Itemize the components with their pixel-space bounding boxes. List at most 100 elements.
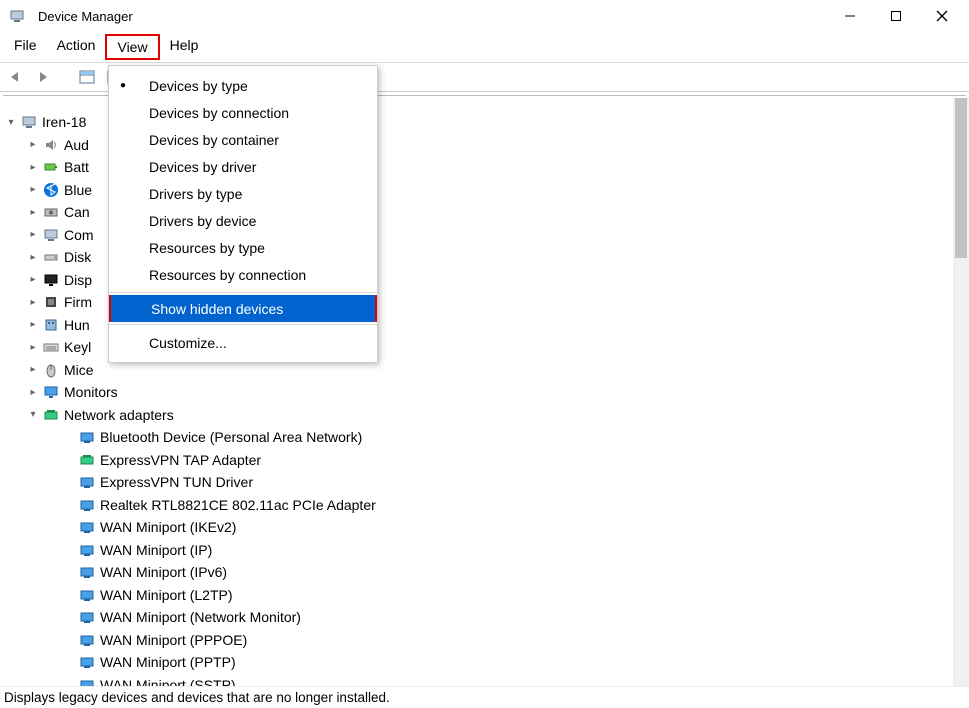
tree-device[interactable]: WAN Miniport (IKEv2) (0, 516, 953, 539)
chevron-down-icon[interactable]: ▾ (4, 117, 18, 128)
menu-devices-by-connection[interactable]: Devices by connection (109, 99, 377, 126)
firmware-icon (42, 293, 60, 311)
menu-devices-by-container[interactable]: Devices by container (109, 126, 377, 153)
tree-item-label: Firm (64, 294, 92, 310)
tree-item-label: WAN Miniport (PPTP) (100, 654, 236, 670)
tree-device[interactable]: WAN Miniport (Network Monitor) (0, 606, 953, 629)
menu-devices-by-driver[interactable]: Devices by driver (109, 153, 377, 180)
tree-device[interactable]: WAN Miniport (IPv6) (0, 561, 953, 584)
menu-bar: File Action View Help (0, 32, 969, 62)
chevron-right-icon[interactable]: ▸ (26, 252, 40, 263)
menu-show-hidden-devices[interactable]: Show hidden devices (111, 295, 375, 322)
menu-item-label: Resources by type (137, 240, 265, 256)
tree-category-monitors[interactable]: ▸ Monitors (0, 381, 953, 404)
menu-item-label: Resources by connection (137, 267, 306, 283)
chevron-right-icon[interactable]: ▸ (26, 207, 40, 218)
tree-category-network[interactable]: ▾ Network adapters (0, 404, 953, 427)
chevron-right-icon[interactable]: ▸ (26, 364, 40, 375)
menu-drivers-by-device[interactable]: Drivers by device (109, 207, 377, 234)
status-bar: Displays legacy devices and devices that… (0, 686, 969, 708)
menu-item-label: Devices by connection (137, 105, 289, 121)
chevron-right-icon[interactable]: ▸ (26, 184, 40, 195)
menu-action[interactable]: Action (47, 34, 106, 60)
network-adapter-icon (78, 451, 96, 469)
chevron-right-icon[interactable]: ▸ (26, 297, 40, 308)
tree-item-label: WAN Miniport (IP) (100, 542, 212, 558)
network-adapter-icon (78, 631, 96, 649)
menu-drivers-by-type[interactable]: Drivers by type (109, 180, 377, 207)
tree-item-label: WAN Miniport (Network Monitor) (100, 609, 301, 625)
chevron-right-icon[interactable]: ▸ (26, 274, 40, 285)
speaker-icon (42, 136, 60, 154)
network-adapter-icon (78, 676, 96, 686)
chevron-right-icon[interactable]: ▸ (26, 139, 40, 150)
chevron-right-icon[interactable]: ▸ (26, 229, 40, 240)
scrollbar-thumb[interactable] (955, 98, 967, 258)
chevron-right-icon[interactable]: ▸ (26, 319, 40, 330)
network-adapter-icon (78, 653, 96, 671)
tree-device[interactable]: Bluetooth Device (Personal Area Network) (0, 426, 953, 449)
menu-item-label: Customize... (137, 335, 227, 351)
vertical-scrollbar[interactable] (953, 98, 969, 686)
tree-device[interactable]: ExpressVPN TUN Driver (0, 471, 953, 494)
menu-show-hidden-devices-wrap: Show hidden devices (109, 295, 377, 322)
network-adapter-icon (78, 541, 96, 559)
forward-button[interactable] (34, 66, 56, 88)
chevron-right-icon[interactable]: ▸ (26, 342, 40, 353)
network-adapter-icon (78, 496, 96, 514)
network-adapter-icon (78, 473, 96, 491)
menu-customize[interactable]: Customize... (109, 329, 377, 356)
tree-item-label: Keyl (64, 339, 91, 355)
menu-item-label: Drivers by type (137, 186, 242, 202)
menu-separator (109, 292, 377, 293)
tree-device[interactable]: WAN Miniport (IP) (0, 539, 953, 562)
network-adapter-icon (78, 586, 96, 604)
mouse-icon (42, 361, 60, 379)
tree-item-label: Disp (64, 272, 92, 288)
menu-view[interactable]: View (105, 34, 159, 60)
status-text: Displays legacy devices and devices that… (4, 690, 390, 705)
tree-device[interactable]: Realtek RTL8821CE 802.11ac PCIe Adapter (0, 494, 953, 517)
network-adapter-icon (78, 518, 96, 536)
menu-help[interactable]: Help (160, 34, 209, 60)
network-icon (42, 406, 60, 424)
disk-icon (42, 248, 60, 266)
menu-resources-by-connection[interactable]: Resources by connection (109, 261, 377, 288)
tree-item-label: Com (64, 227, 94, 243)
keyboard-icon (42, 338, 60, 356)
tree-item-label: Network adapters (64, 407, 174, 423)
menu-separator (109, 324, 377, 325)
chevron-right-icon[interactable]: ▸ (26, 387, 40, 398)
tree-item-label: WAN Miniport (L2TP) (100, 587, 233, 603)
tree-device[interactable]: WAN Miniport (L2TP) (0, 584, 953, 607)
tree-item-label: Bluetooth Device (Personal Area Network) (100, 429, 362, 445)
back-button[interactable] (6, 66, 28, 88)
menu-devices-by-type[interactable]: ● Devices by type (109, 72, 377, 99)
tree-device[interactable]: WAN Miniport (SSTP) (0, 674, 953, 687)
tree-item-label: Can (64, 204, 90, 220)
tree-device[interactable]: ExpressVPN TAP Adapter (0, 449, 953, 472)
tree-device[interactable]: WAN Miniport (PPTP) (0, 651, 953, 674)
title-bar: Device Manager (0, 0, 969, 32)
tree-item-label: Blue (64, 182, 92, 198)
menu-item-label: Show hidden devices (139, 301, 283, 317)
maximize-button[interactable] (873, 1, 919, 31)
menu-resources-by-type[interactable]: Resources by type (109, 234, 377, 261)
tree-item-label: Aud (64, 137, 89, 153)
chevron-down-icon[interactable]: ▾ (26, 409, 40, 420)
chevron-right-icon[interactable]: ▸ (26, 162, 40, 173)
close-button[interactable] (919, 1, 965, 31)
tree-root-label: Iren-18 (42, 114, 86, 130)
tree-item-label: Disk (64, 249, 91, 265)
tree-item-label: Hun (64, 317, 90, 333)
tree-item-label: WAN Miniport (SSTP) (100, 677, 236, 686)
tree-item-label: ExpressVPN TUN Driver (100, 474, 253, 490)
computer-icon (42, 226, 60, 244)
camera-icon (42, 203, 60, 221)
minimize-button[interactable] (827, 1, 873, 31)
show-hide-tree-button[interactable] (76, 66, 98, 88)
menu-file[interactable]: File (4, 34, 47, 60)
tree-device[interactable]: WAN Miniport (PPPOE) (0, 629, 953, 652)
network-adapter-icon (78, 428, 96, 446)
bluetooth-icon (42, 181, 60, 199)
